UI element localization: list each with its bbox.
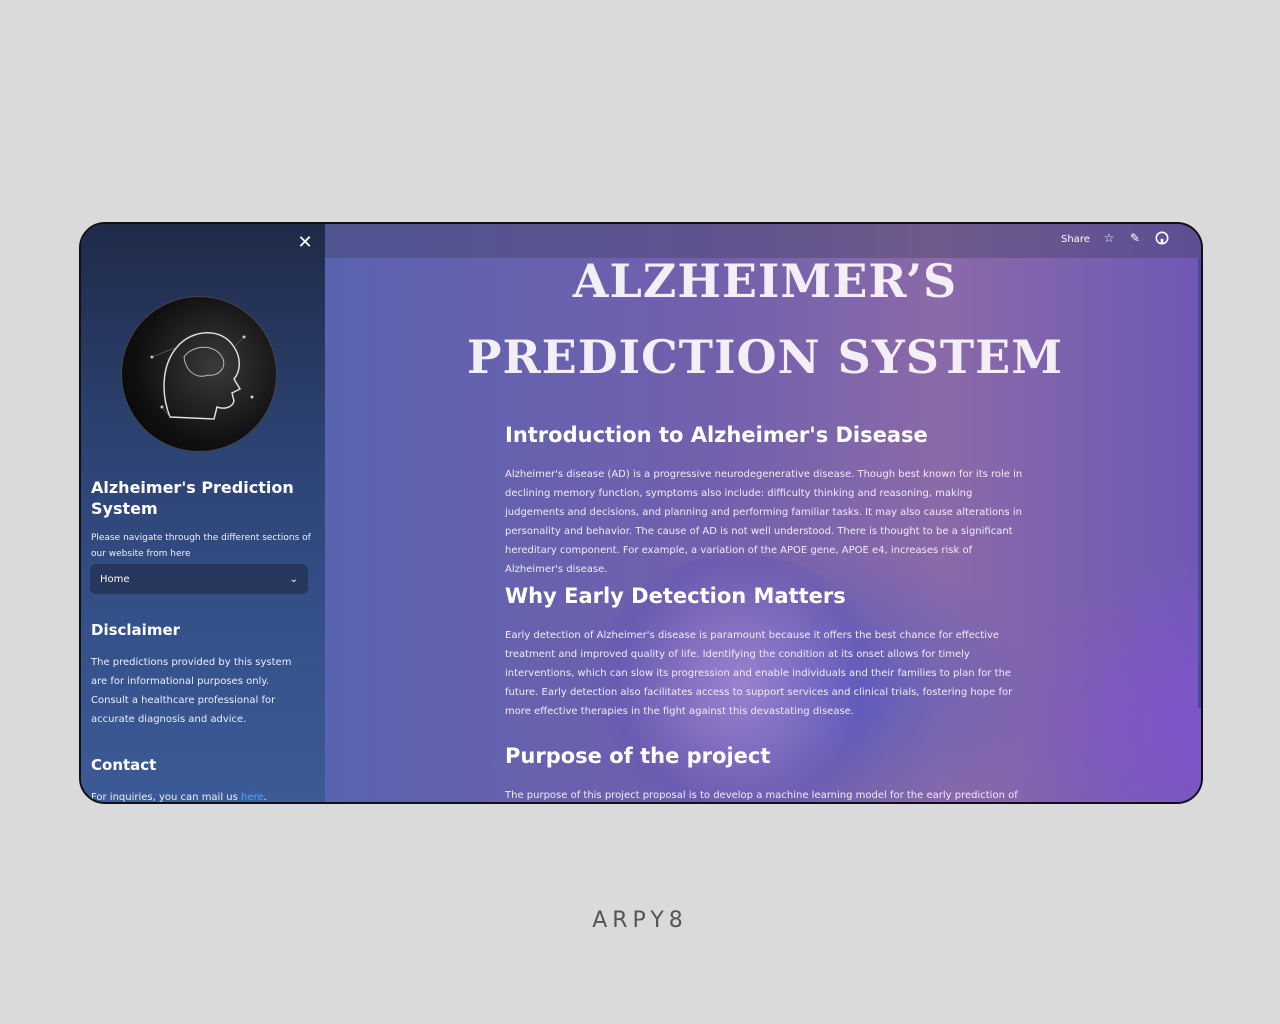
brain-logo-image (121, 296, 277, 452)
star-icon[interactable]: ☆ (1101, 231, 1117, 247)
intro-heading: Introduction to Alzheimer's Disease (505, 423, 928, 447)
brand-watermark: ARPY8 (592, 908, 688, 933)
toolbar: Share ☆ ✎ (325, 224, 1201, 258)
contact-heading: Contact (91, 756, 157, 774)
purpose-text: The purpose of this project proposal is … (505, 790, 1018, 801)
close-icon: ✕ (297, 232, 313, 253)
scrollbar[interactable] (1198, 258, 1201, 708)
share-button[interactable]: Share (1061, 234, 1090, 245)
edit-icon[interactable]: ✎ (1127, 231, 1143, 247)
disclaimer-heading: Disclaimer (91, 621, 181, 639)
navigation-hint: Please navigate through the different se… (91, 533, 311, 559)
close-sidebar-button[interactable]: ✕ (293, 232, 317, 256)
sidebar: ✕ Alzheimer's Prediction System Please n… (81, 224, 325, 802)
early-detection-text: Early detection of Alzheimer's disease i… (505, 630, 1013, 717)
main-content: Share ☆ ✎ ALZHEIMER’S PREDICTION SYSTEM … (325, 224, 1201, 802)
early-detection-heading: Why Early Detection Matters (505, 584, 846, 608)
purpose-heading: Purpose of the project (505, 744, 771, 768)
hero-title-line1: ALZHEIMER’S (572, 254, 958, 308)
chevron-down-icon: ⌄ (289, 573, 298, 585)
page-select-value: Home (100, 573, 130, 585)
intro-text: Alzheimer's disease (AD) is a progressiv… (505, 469, 1023, 575)
disclaimer-text: The predictions provided by this system … (91, 657, 292, 725)
contact-text-body: For inquiries, you can mail us (91, 792, 242, 802)
github-icon[interactable] (1154, 231, 1170, 247)
contact-text: For inquiries, you can mail us here. (91, 788, 307, 802)
contact-mail-link[interactable]: here (241, 792, 264, 802)
sidebar-title: Alzheimer's Prediction System (91, 478, 294, 518)
page-select[interactable]: Home ⌄ (90, 564, 308, 594)
hero-title-line2: PREDICTION SYSTEM (466, 330, 1064, 384)
contact-text-end: . (263, 792, 267, 802)
app-window: ✕ Alzheimer's Prediction System Please n… (79, 222, 1203, 804)
head-network-illustration (150, 332, 254, 420)
